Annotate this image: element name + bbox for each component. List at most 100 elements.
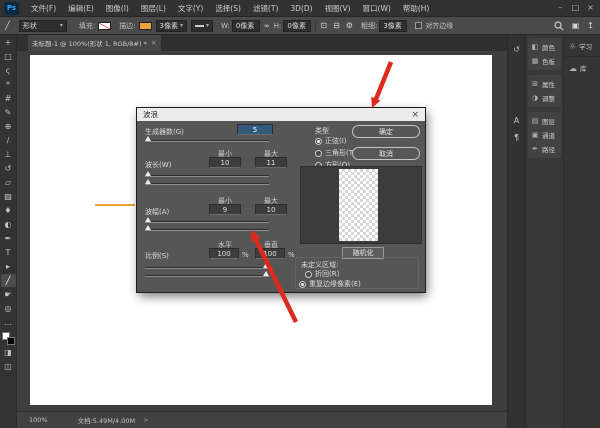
panel-tab-color[interactable]: ◧颜色 <box>528 40 561 54</box>
color-swatches[interactable] <box>2 332 15 345</box>
generators-field[interactable]: 5 <box>237 124 273 135</box>
fill-swatch[interactable] <box>98 22 111 30</box>
line-shape-tool-icon[interactable]: ╱ <box>1 274 16 287</box>
menu-item-4[interactable]: 文字(Y) <box>172 3 209 14</box>
wavelength-min-slider[interactable] <box>145 176 269 177</box>
menu-item-7[interactable]: 3D(D) <box>284 4 318 13</box>
align-edges-checkbox[interactable] <box>415 22 422 29</box>
lasso-tool-icon[interactable]: ς <box>1 64 16 77</box>
search-icon[interactable] <box>554 21 564 31</box>
background-color-swatch[interactable] <box>7 337 15 345</box>
marquee-tool-icon[interactable]: □ <box>1 50 16 63</box>
maximize-button[interactable]: □ <box>568 0 583 15</box>
scale-vertical-field[interactable]: 100 <box>255 248 285 259</box>
dialog-title-bar[interactable]: 波浪 × <box>137 108 425 121</box>
path-operations-icon[interactable]: ⊡ <box>320 20 327 32</box>
brush-tool-icon[interactable]: / <box>1 134 16 147</box>
dodge-tool-icon[interactable]: ◐ <box>1 218 16 231</box>
panel-tab-paths[interactable]: ✒路径 <box>528 142 561 156</box>
tool-mode-select[interactable]: 形状 ▾ <box>19 20 67 32</box>
panel-tab-properties[interactable]: ⊞属性 <box>528 77 561 91</box>
repeat-edge-pixels-radio[interactable]: 重复边缘像素(E) <box>299 279 361 289</box>
type-triangle-radio[interactable]: 三角形(T) <box>315 148 356 158</box>
shape-width-field[interactable]: 0像素 <box>232 20 260 32</box>
cancel-button[interactable]: 取消 <box>352 147 420 160</box>
amplitude-min-slider[interactable] <box>145 222 269 223</box>
document-tab[interactable]: 未标题-1 @ 100%(形状 1, RGB/8#) * × <box>28 35 161 51</box>
eyedropper-tool-icon[interactable]: ✎ <box>1 106 16 119</box>
pen-tool-icon[interactable]: ✒ <box>1 232 16 245</box>
ok-button[interactable]: 确定 <box>352 125 420 138</box>
stroke-swatch[interactable] <box>139 22 152 30</box>
menu-items: 文件(F)编辑(E)图像(I)图层(L)文字(Y)选择(S)滤镜(T)3D(D)… <box>25 3 435 14</box>
type-tool-icon[interactable]: T <box>1 246 16 259</box>
amplitude-max-slider[interactable] <box>145 230 269 231</box>
history-brush-tool-icon[interactable]: ↺ <box>1 162 16 175</box>
wavelength-min-field[interactable]: 10 <box>209 157 241 168</box>
learn-label: 学习 <box>579 41 592 51</box>
amplitude-min-field[interactable]: 9 <box>209 204 241 215</box>
menu-item-8[interactable]: 视图(V) <box>319 3 357 14</box>
panel-tab-channels[interactable]: ▣通道 <box>528 128 561 142</box>
settings-gear-icon[interactable]: ⚙ <box>346 20 353 32</box>
magic-wand-tool-icon[interactable]: * <box>1 78 16 91</box>
menu-item-1[interactable]: 编辑(E) <box>62 3 100 14</box>
zoom-level-field[interactable]: 100% <box>29 416 48 424</box>
panel-tab-adjustments[interactable]: ◑调整 <box>528 91 561 105</box>
blur-tool-icon[interactable]: ♦ <box>1 204 16 217</box>
hand-tool-icon[interactable]: ☛ <box>1 288 16 301</box>
tab-close-icon[interactable]: × <box>151 39 157 47</box>
menu-item-0[interactable]: 文件(F) <box>25 3 62 14</box>
character-panel-icon[interactable]: A <box>510 114 524 127</box>
gradient-tool-icon[interactable]: ▨ <box>1 190 16 203</box>
link-dimensions-icon[interactable]: ∞ <box>264 20 270 32</box>
wrap-around-radio[interactable]: 折回(R) <box>305 269 339 279</box>
menu-item-3[interactable]: 图层(L) <box>135 3 172 14</box>
screen-mode-icon[interactable]: ◫ <box>1 360 16 373</box>
wavelength-max-field[interactable]: 11 <box>255 157 287 168</box>
crop-tool-icon[interactable]: # <box>1 92 16 105</box>
path-select-tool-icon[interactable]: ▸ <box>1 260 16 273</box>
menu-item-2[interactable]: 图像(I) <box>100 3 135 14</box>
scale-vertical-slider[interactable] <box>145 276 269 277</box>
learn-panel-button[interactable]: ☼ 学习 <box>564 35 600 56</box>
healing-brush-tool-icon[interactable]: ⊕ <box>1 120 16 133</box>
tool-overflow-icon[interactable]: … <box>1 316 16 329</box>
panel-tab-layers[interactable]: ▤图层 <box>528 114 561 128</box>
menu-item-9[interactable]: 窗口(W) <box>357 3 397 14</box>
line-weight-field[interactable]: 3像素 <box>379 20 407 32</box>
dialog-close-icon[interactable]: × <box>411 110 419 120</box>
panel-tab-swatches[interactable]: ▦色板 <box>528 54 561 68</box>
amplitude-max-field[interactable]: 10 <box>255 204 287 215</box>
menu-item-5[interactable]: 选择(S) <box>209 3 247 14</box>
line-style-icon <box>195 25 204 27</box>
history-panel-icon[interactable]: ↺ <box>510 43 524 56</box>
share-icon[interactable]: ↥ <box>587 20 594 32</box>
menu-bar: Ps 文件(F)编辑(E)图像(I)图层(L)文字(Y)选择(S)滤镜(T)3D… <box>0 0 600 17</box>
learn-bulb-icon: ☼ <box>569 42 576 51</box>
scale-horizontal-field[interactable]: 100 <box>209 248 239 259</box>
stroke-width-field[interactable]: 3像素 ▾ <box>156 20 187 32</box>
shape-height-field[interactable]: 0像素 <box>283 20 311 32</box>
menu-item-6[interactable]: 滤镜(T) <box>247 3 284 14</box>
clone-stamp-tool-icon[interactable]: ⊥ <box>1 148 16 161</box>
wavelength-max-slider[interactable] <box>145 184 269 185</box>
path-align-icon[interactable]: ⊟ <box>333 20 340 32</box>
close-button[interactable]: × <box>583 0 598 15</box>
active-tool-icon[interactable]: ╱ <box>5 20 10 32</box>
quick-mask-icon[interactable]: ◨ <box>1 346 16 359</box>
paths-label: 路径 <box>542 144 555 154</box>
workspace-switcher-icon[interactable]: ▣ <box>572 20 580 32</box>
libraries-panel-button[interactable]: ☁ 库 <box>564 56 600 78</box>
zoom-tool-icon[interactable]: ◎ <box>1 302 16 315</box>
scale-horizontal-slider[interactable] <box>145 268 269 269</box>
eraser-tool-icon[interactable]: ▱ <box>1 176 16 189</box>
menu-item-10[interactable]: 帮助(H) <box>397 3 436 14</box>
stroke-style-select[interactable]: ▾ <box>191 20 213 32</box>
move-tool-icon[interactable]: + <box>1 36 16 49</box>
status-chevron-icon[interactable]: > <box>143 416 148 424</box>
paragraph-panel-icon[interactable]: ¶ <box>510 131 524 144</box>
generators-slider[interactable] <box>145 141 269 142</box>
minimize-button[interactable]: – <box>553 0 568 15</box>
type-sine-radio[interactable]: 正弦(I) <box>315 136 347 146</box>
